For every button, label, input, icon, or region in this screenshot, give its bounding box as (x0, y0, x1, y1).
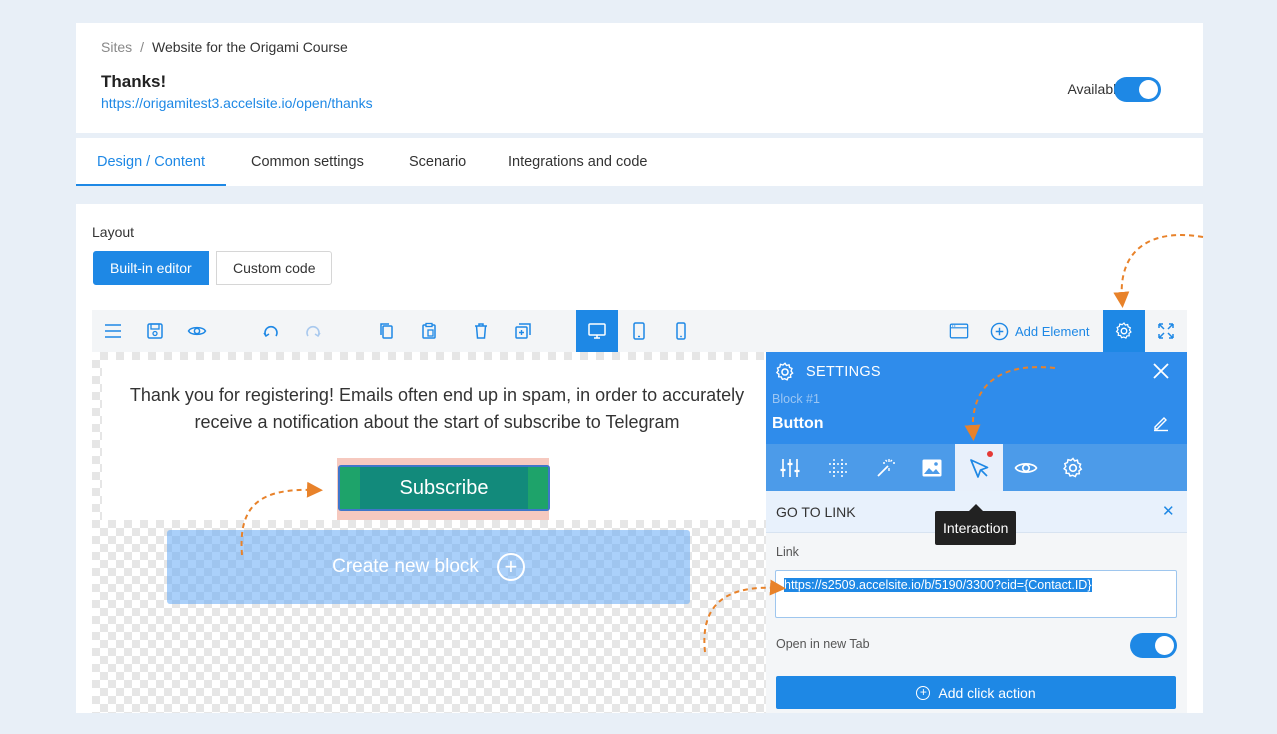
duplicate-button[interactable] (502, 310, 544, 352)
undo-icon (263, 325, 278, 338)
subscribe-button-wrapper: Subscribe (337, 458, 550, 520)
close-section-icon[interactable]: ✕ (1162, 502, 1175, 520)
hamburger-icon (105, 324, 121, 338)
desktop-view-button[interactable] (576, 310, 618, 352)
breadcrumb-sites-link[interactable]: Sites (101, 39, 132, 55)
create-new-block-button[interactable]: Create new block + (167, 530, 690, 604)
eye-icon (1014, 462, 1038, 473)
settings-panel: SETTINGS Block #1 Button GO TO LINK ✕ In… (766, 352, 1187, 713)
desktop-icon (588, 323, 606, 339)
open-new-tab-label: Open in new Tab (776, 637, 870, 651)
sliders-icon (780, 458, 800, 477)
add-element-label: Add Element (1015, 323, 1090, 339)
subscribe-button[interactable]: Subscribe (338, 465, 550, 511)
add-copy-icon (515, 323, 531, 339)
gear-icon (1115, 322, 1132, 339)
plus-circle-icon: + (916, 685, 931, 700)
page-title: Thanks! (101, 72, 167, 91)
ptab-interaction[interactable] (955, 444, 1003, 491)
ptab-spacing[interactable] (814, 444, 862, 491)
fullscreen-button[interactable] (1145, 310, 1187, 352)
editor-canvas[interactable]: Thank you for registering! Emails often … (92, 352, 767, 713)
plus-icon: + (496, 553, 525, 581)
mobile-icon (676, 322, 686, 340)
cursor-click-icon (970, 458, 989, 478)
link-label: Link (776, 545, 799, 559)
notification-dot (987, 451, 993, 457)
redo-icon (306, 325, 321, 338)
content-block[interactable]: Thank you for registering! Emails often … (102, 360, 767, 520)
custom-code-button[interactable]: Custom code (216, 251, 333, 285)
ptab-adjust[interactable] (766, 444, 814, 491)
settings-gear-icon (775, 362, 794, 381)
interaction-tooltip: Interaction (935, 504, 1017, 545)
ptab-effects[interactable] (861, 444, 909, 491)
tab-common-settings[interactable]: Common settings (251, 138, 364, 186)
settings-button[interactable] (1103, 310, 1145, 352)
tab-integrations-code[interactable]: Integrations and code (508, 138, 647, 186)
pencil-icon[interactable] (1152, 414, 1170, 432)
gear-icon (1063, 456, 1083, 477)
plus-circle-icon (990, 322, 1009, 340)
editor-toolbar: Add Element (92, 310, 1187, 352)
settings-panel-tabs (766, 444, 1187, 491)
undo-button[interactable] (250, 310, 292, 352)
trash-icon (475, 323, 487, 339)
magic-wand-icon (877, 458, 895, 477)
add-click-action-button[interactable]: + Add click action (776, 676, 1176, 709)
breadcrumb-current[interactable]: Website for the Origami Course (152, 39, 348, 55)
tab-design-content[interactable]: Design / Content (75, 138, 227, 186)
link-input-value: https://s2509.accelsite.io/b/5190/3300?c… (784, 578, 1092, 592)
breadcrumb: Sites / Website for the Origami Course (101, 39, 348, 55)
mobile-view-button[interactable] (660, 310, 702, 352)
settings-panel-header: SETTINGS Block #1 Button (766, 352, 1187, 444)
builtin-editor-button[interactable]: Built-in editor (93, 251, 209, 285)
image-icon (922, 459, 942, 476)
save-button[interactable] (134, 310, 176, 352)
add-element-button[interactable]: Add Element (990, 310, 1089, 352)
tab-scenario[interactable]: Scenario (409, 138, 466, 186)
main-tabs: Design / Content Common settings Scenari… (75, 138, 1203, 186)
window-button[interactable] (938, 310, 980, 352)
expand-icon (1158, 323, 1174, 339)
layout-label: Layout (92, 224, 135, 240)
breadcrumb-separator: / (140, 39, 145, 55)
tablet-icon (633, 322, 645, 340)
grid-spacing-icon (829, 458, 847, 477)
subscribe-button-label: Subscribe (399, 476, 489, 499)
paste-button[interactable] (408, 310, 450, 352)
menu-button[interactable] (92, 310, 134, 352)
close-icon[interactable] (1152, 362, 1170, 380)
settings-title: SETTINGS (806, 364, 881, 380)
design-content-card: Layout Built-in editor Custom code Add E… (76, 204, 1203, 713)
paste-icon (422, 322, 436, 339)
add-click-action-label: Add click action (938, 684, 1036, 701)
open-new-tab-toggle[interactable] (1130, 633, 1177, 658)
page-header-card: Sites / Website for the Origami Course Tha… (76, 23, 1203, 133)
redo-button[interactable] (292, 310, 334, 352)
ptab-visibility[interactable] (1002, 444, 1050, 491)
ptab-image[interactable] (908, 444, 956, 491)
browser-window-icon (949, 323, 969, 339)
preview-button[interactable] (176, 310, 218, 352)
available-toggle[interactable] (1114, 77, 1161, 102)
block-number-label: Block #1 (772, 392, 820, 406)
go-to-link-title: GO TO LINK (776, 504, 856, 520)
ptab-settings[interactable] (1049, 444, 1097, 491)
save-icon (147, 323, 163, 339)
copy-button[interactable] (366, 310, 408, 352)
page-url-link[interactable]: https://origamitest3.accelsite.io/open/t… (101, 95, 373, 111)
link-input[interactable]: https://s2509.accelsite.io/b/5190/3300?c… (775, 570, 1177, 618)
thank-you-message[interactable]: Thank you for registering! Emails often … (112, 382, 762, 436)
copy-icon (380, 323, 393, 339)
tablet-view-button[interactable] (618, 310, 660, 352)
eye-icon (187, 326, 207, 336)
create-block-label: Create new block (332, 556, 479, 577)
element-name: Button (772, 415, 824, 432)
delete-button[interactable] (460, 310, 502, 352)
